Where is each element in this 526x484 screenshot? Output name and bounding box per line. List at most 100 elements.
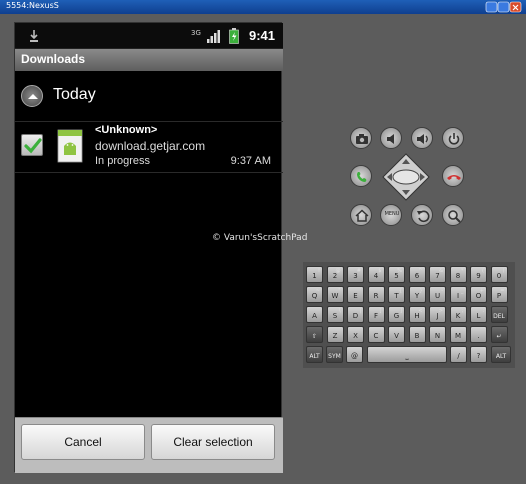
cancel-button[interactable]: Cancel	[21, 424, 145, 460]
keyboard-key[interactable]: V	[388, 326, 405, 343]
keyboard-key-alt-right[interactable]: ALT	[491, 346, 511, 363]
camera-icon	[356, 134, 368, 144]
keyboard-key[interactable]: DEL	[490, 306, 508, 323]
download-notification-icon	[30, 30, 38, 42]
download-group-header[interactable]: Today	[15, 75, 283, 119]
menu-label: MENU	[384, 211, 400, 217]
keyboard-key[interactable]: F[	[367, 306, 385, 323]
volume-up-icon	[417, 134, 428, 144]
device-screen: 3G 9:41 Downloads Today <Unknown> downlo…	[14, 22, 283, 473]
keyboard-key-alt-label: #	[356, 268, 361, 274]
keyboard-key[interactable]: 2 @	[326, 266, 344, 283]
keyboard-key[interactable]: U-	[429, 286, 446, 303]
window-controls[interactable]	[484, 1, 524, 13]
clear-selection-button[interactable]: Clear selection	[151, 424, 275, 460]
keyboard-key-sym[interactable]: SYM	[326, 346, 343, 363]
dpad-control[interactable]	[377, 152, 435, 202]
action-bar: Cancel Clear selection	[15, 417, 283, 473]
keyboard-key[interactable]: .	[470, 326, 487, 343]
keyboard-key[interactable]: 7 &	[429, 266, 446, 283]
keyboard-key[interactable]: 1!	[306, 266, 323, 283]
volume-down-button[interactable]	[380, 127, 402, 149]
keyboard-key[interactable]: G]	[388, 306, 405, 323]
keyboard-key-alt-label: !	[317, 268, 320, 274]
keyboard-key[interactable]: W "	[326, 286, 344, 303]
keyboard-key[interactable]: O +	[470, 286, 487, 303]
keyboard-key[interactable]: N	[429, 326, 446, 343]
keyboard-key-at[interactable]: @	[346, 346, 363, 363]
status-clock: 9:41	[249, 28, 276, 43]
keyboard-key[interactable]: C	[367, 326, 385, 343]
keyboard-key[interactable]: ↵	[490, 326, 508, 343]
download-host: download.getjar.com	[95, 139, 206, 153]
keyboard-key-space[interactable]: ⎵	[367, 346, 447, 363]
download-status: In progress	[95, 155, 151, 167]
keyboard-key-question[interactable]: ?	[470, 346, 487, 363]
menu-button[interactable]: MENU	[380, 204, 402, 226]
keyboard-key-alt-label: )	[502, 268, 505, 274]
download-checkbox[interactable]	[21, 134, 43, 156]
power-button[interactable]	[442, 127, 464, 149]
keyboard-key[interactable]: X	[347, 326, 364, 343]
keyboard-key-alt-label: {	[398, 288, 402, 294]
group-label: Today	[53, 86, 96, 103]
keyboard-key[interactable]: 3 #	[347, 266, 364, 283]
keyboard-key[interactable]: H <	[408, 306, 426, 323]
keyboard-key[interactable]: K;	[449, 306, 467, 323]
keyboard-key[interactable]: Z	[326, 326, 344, 343]
keyboard-key[interactable]: R	[367, 286, 385, 303]
keyboard-key[interactable]: A	[306, 306, 323, 323]
keyboard-key-alt-label: ~	[315, 288, 320, 294]
keyboard-key-alt-label: }	[419, 288, 423, 294]
keyboard-key[interactable]: 4 $	[367, 266, 385, 283]
volume-up-button[interactable]	[411, 127, 433, 149]
end-call-button[interactable]	[442, 165, 464, 187]
emulator-window: 5554:NexusS 3G 9:41 Downloads Today <Unk…	[0, 0, 526, 484]
watermark-text: © Varun'sScratchPad	[212, 233, 308, 243]
window-titlebar[interactable]: 5554:NexusS	[0, 0, 526, 14]
keyboard-key[interactable]: S \	[326, 306, 344, 323]
back-button[interactable]	[411, 204, 433, 226]
search-icon	[448, 210, 461, 223]
keyboard-key-alt-label: =	[500, 288, 505, 294]
checkmark-icon	[24, 138, 42, 154]
collapse-group-button[interactable]	[21, 85, 43, 107]
keyboard-key[interactable]: 6 ^	[408, 266, 426, 283]
keyboard-key[interactable]: I _	[449, 286, 467, 303]
keyboard-key-alt-label: ]	[400, 308, 402, 314]
keyboard-key[interactable]: 8 *	[449, 266, 467, 283]
keyboard-key[interactable]: J >	[429, 306, 446, 323]
keyboard-key[interactable]: 9(	[470, 266, 487, 283]
download-file-name: <Unknown>	[95, 124, 158, 136]
hardware-keyboard: 1! 2 @3 #4 $5% 6 ^ 7 & 8 * 9(0) Q ~ W " E ' R T{Y} U - I _ O + P = A…	[303, 262, 515, 368]
keyboard-key[interactable]: P =	[490, 286, 508, 303]
keyboard-key[interactable]: 0)	[490, 266, 508, 283]
keyboard-key[interactable]: ⇧	[306, 326, 323, 343]
keyboard-key-alt-label: ;	[461, 308, 464, 314]
keyboard-key[interactable]: D |	[347, 306, 364, 323]
app-title: Downloads	[21, 52, 86, 66]
keyboard-key-alt-label: %	[397, 268, 402, 274]
keyboard-key-slash[interactable]: /	[450, 346, 467, 363]
download-list-item[interactable]: <Unknown> download.getjar.com In progres…	[15, 121, 283, 173]
keyboard-key[interactable]: L:	[470, 306, 487, 323]
keyboard-key-alt-label: <	[418, 308, 423, 314]
window-title: 5554:NexusS	[6, 1, 59, 10]
keyboard-key[interactable]: Y}	[408, 286, 426, 303]
keyboard-key[interactable]: T{	[388, 286, 405, 303]
keyboard-key[interactable]: B	[408, 326, 426, 343]
keyboard-key-alt-left[interactable]: ALT	[306, 346, 323, 363]
keyboard-key[interactable]: E '	[347, 286, 364, 303]
search-button[interactable]	[442, 204, 464, 226]
home-button[interactable]	[350, 204, 372, 226]
app-title-bar: Downloads	[15, 49, 283, 71]
call-button[interactable]	[350, 165, 372, 187]
keyboard-key-alt-label: @	[335, 268, 341, 274]
keyboard-key[interactable]: Q ~	[306, 286, 323, 303]
keyboard-key-alt-label: [	[379, 308, 382, 314]
end-call-icon	[447, 175, 461, 180]
keyboard-key-alt-label: "	[338, 288, 341, 294]
camera-button[interactable]	[350, 127, 372, 149]
keyboard-key[interactable]: M	[449, 326, 467, 343]
keyboard-key[interactable]: 5%	[388, 266, 405, 283]
